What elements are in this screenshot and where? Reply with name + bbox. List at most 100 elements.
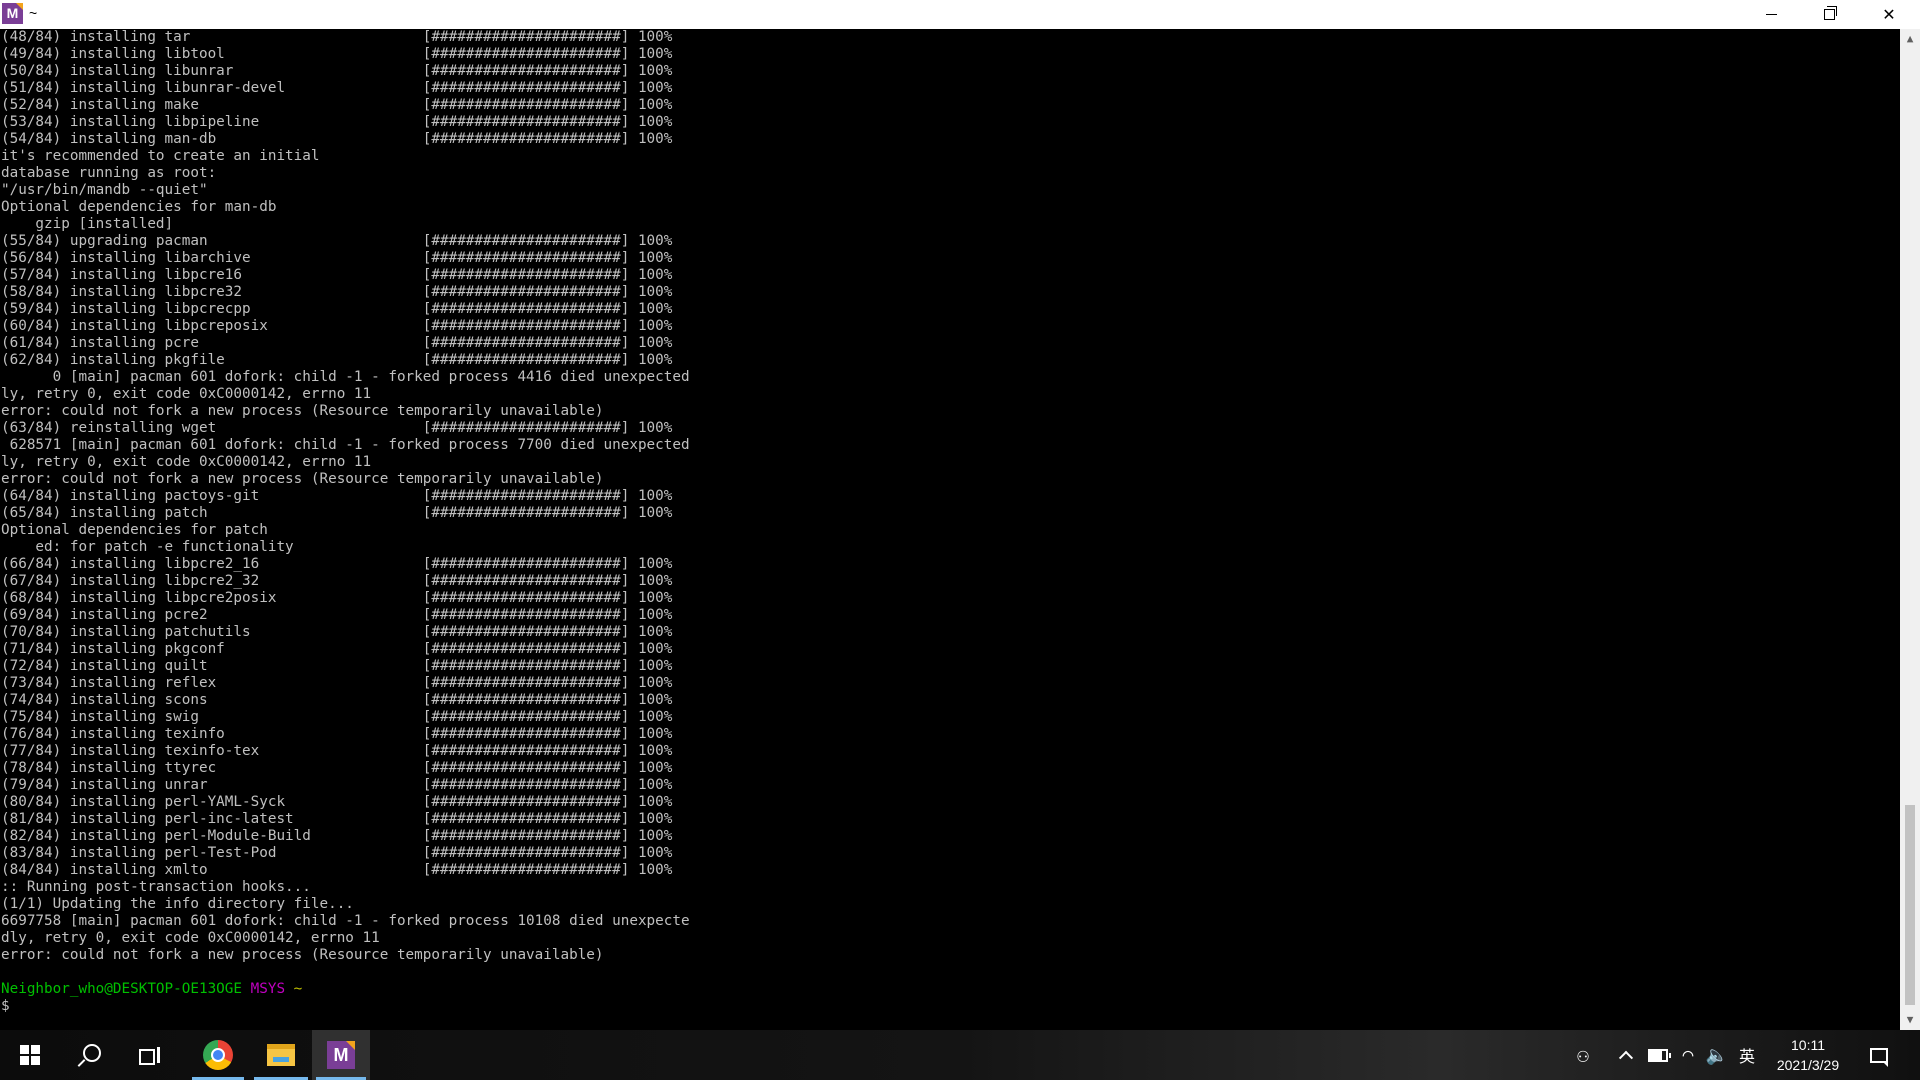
terminal-line: (69/84) installing pcre2 [##############… [1, 607, 673, 623]
notification-icon [1870, 1047, 1888, 1067]
terminal-line: (68/84) installing libpcre2posix [######… [1, 590, 673, 606]
prompt: Neighbor_who@DESKTOP-OE13OGE MSYS ~ $ [1, 981, 302, 1015]
terminal-line: "/usr/bin/mandb --quiet" [1, 182, 208, 198]
terminal-line: (1/1) Updating the info directory file..… [1, 896, 354, 912]
terminal-line: it's recommended to create an initial [1, 148, 320, 164]
terminal-line: (67/84) installing libpcre2_32 [########… [1, 573, 673, 589]
terminal-line: (76/84) installing texinfo [############… [1, 726, 673, 742]
title-bar[interactable]: M ~ ✕ [0, 0, 1920, 29]
terminal-line: (49/84) installing libtool [############… [1, 46, 673, 62]
terminal-line: :: Running post-transaction hooks... [1, 879, 311, 895]
terminal-line: (55/84) upgrading pacman [##############… [1, 233, 673, 249]
terminal-line: (78/84) installing ttyrec [#############… [1, 760, 673, 776]
search-icon [83, 1044, 101, 1062]
chevron-up-icon: ▲ [1906, 32, 1914, 45]
terminal-line: dly, retry 0, exit code 0xC0000142, errn… [1, 930, 380, 946]
chrome-taskbar-button[interactable] [188, 1030, 248, 1080]
scroll-down-button[interactable]: ▼ [1900, 1010, 1920, 1030]
wifi-icon[interactable]: ◠ [1675, 1030, 1701, 1080]
terminal-line: (72/84) installing quilt [##############… [1, 658, 673, 674]
action-center-button[interactable] [1864, 1030, 1894, 1080]
prompt-user-host: Neighbor_who@DESKTOP-OE13OGE [1, 981, 243, 997]
terminal-line: 628571 [main] pacman 601 dofork: child -… [1, 437, 690, 453]
terminal-line: ly, retry 0, exit code 0xC0000142, errno… [1, 386, 372, 402]
terminal-line: (63/84) reinstalling wget [#############… [1, 420, 673, 436]
battery-glyph [1648, 1048, 1671, 1062]
restore-button[interactable] [1800, 0, 1858, 29]
search-button[interactable] [60, 1030, 120, 1080]
terminal-line: (53/84) installing libpipeline [########… [1, 114, 673, 130]
terminal-line: 6697758 [main] pacman 601 dofork: child … [1, 913, 690, 929]
prompt-system: MSYS [250, 981, 286, 997]
terminal-line: (77/84) installing texinfo-tex [########… [1, 743, 673, 759]
clock-date: 2021/3/29 [1776, 1057, 1840, 1073]
taskbar: M ⚇ ◠ 🔈 英 10:11 2021/3/29 [0, 1030, 1920, 1080]
scroll-up-button[interactable]: ▲ [1900, 29, 1920, 49]
ime-indicator[interactable]: 英 [1734, 1030, 1760, 1080]
terminal-line: (75/84) installing swig [###############… [1, 709, 673, 725]
terminal-line: (52/84) installing make [###############… [1, 97, 673, 113]
terminal-lines: (48/84) installing tar [################… [1, 29, 1891, 981]
close-button[interactable]: ✕ [1858, 0, 1920, 29]
chevron-up-icon [1618, 1050, 1634, 1065]
terminal-line: (50/84) installing libunrar [###########… [1, 63, 673, 79]
terminal-line: database running as root: [1, 165, 217, 181]
clock[interactable]: 10:11 2021/3/29 [1764, 1030, 1852, 1080]
terminal-line: (48/84) installing tar [################… [1, 29, 673, 45]
terminal-line: (82/84) installing perl-Module-Build [##… [1, 828, 673, 844]
input-line[interactable]: $ [1, 998, 302, 1015]
close-icon: ✕ [1882, 5, 1896, 24]
minimize-button[interactable] [1742, 0, 1800, 29]
terminal-line: (79/84) installing unrar [##############… [1, 777, 673, 793]
terminal-line: (59/84) installing libpcrecpp [#########… [1, 301, 673, 317]
people-glyph: ⚇ [1576, 1043, 1590, 1067]
msys-taskbar-button[interactable]: M [312, 1030, 370, 1080]
terminal-line: error: could not fork a new process (Res… [1, 471, 604, 487]
show-hidden-icons-button[interactable] [1613, 1030, 1639, 1080]
wifi-glyph: ◠ [1682, 1044, 1694, 1066]
terminal-line: ly, retry 0, exit code 0xC0000142, errno… [1, 454, 372, 470]
vertical-scrollbar[interactable]: ▲ ▼ [1900, 29, 1920, 1030]
terminal-line: (84/84) installing xmlto [##############… [1, 862, 673, 878]
terminal-line: (66/84) installing libpcre2_16 [########… [1, 556, 673, 572]
msys-app-icon[interactable]: M [2, 3, 23, 24]
task-view-icon [139, 1047, 161, 1065]
terminal-output[interactable]: (48/84) installing tar [################… [0, 29, 1900, 1030]
msys-icon: M [327, 1041, 355, 1069]
terminal-line: (74/84) installing scons [##############… [1, 692, 673, 708]
restore-icon [1823, 6, 1837, 20]
battery-icon[interactable] [1645, 1030, 1671, 1080]
file-explorer-taskbar-button[interactable] [250, 1030, 312, 1080]
volume-icon[interactable]: 🔈 [1704, 1030, 1730, 1080]
terminal-line: Optional dependencies for patch [1, 522, 268, 538]
chevron-down-icon: ▼ [1906, 1013, 1914, 1026]
terminal-line: (73/84) installing reflex [#############… [1, 675, 673, 691]
terminal-line: (83/84) installing perl-Test-Pod [######… [1, 845, 673, 861]
windows-logo-icon [20, 1045, 40, 1065]
terminal-line: (81/84) installing perl-inc-latest [####… [1, 811, 673, 827]
minimize-icon [1765, 14, 1777, 15]
terminal-line: (80/84) installing perl-YAML-Syck [#####… [1, 794, 673, 810]
folder-icon [267, 1044, 295, 1066]
terminal-line: 0 [main] pacman 601 dofork: child -1 - f… [1, 369, 690, 385]
volume-glyph: 🔈 [1705, 1044, 1729, 1066]
terminal-line: (51/84) installing libunrar-devel [#####… [1, 80, 673, 96]
terminal-line: error: could not fork a new process (Res… [1, 403, 604, 419]
window-title: ~ [29, 5, 38, 21]
terminal-line: gzip [installed] [1, 216, 174, 232]
terminal-line: error: could not fork a new process (Res… [1, 947, 604, 963]
terminal-line: (65/84) installing patch [##############… [1, 505, 673, 521]
terminal-line: ed: for patch -e functionality [1, 539, 294, 555]
scroll-thumb[interactable] [1905, 805, 1915, 1005]
people-icon[interactable]: ⚇ [1568, 1030, 1598, 1080]
terminal-line: (71/84) installing pkgconf [############… [1, 641, 673, 657]
terminal-line: (57/84) installing libpcre16 [##########… [1, 267, 673, 283]
terminal-line: (62/84) installing pkgfile [############… [1, 352, 673, 368]
start-button[interactable] [0, 1030, 60, 1080]
terminal-line: (54/84) installing man-db [#############… [1, 131, 673, 147]
terminal-line: (70/84) installing patchutils [#########… [1, 624, 673, 640]
task-view-button[interactable] [120, 1030, 180, 1080]
terminal-line: (60/84) installing libpcreposix [#######… [1, 318, 673, 334]
msys-icon-letter: M [333, 1045, 349, 1065]
